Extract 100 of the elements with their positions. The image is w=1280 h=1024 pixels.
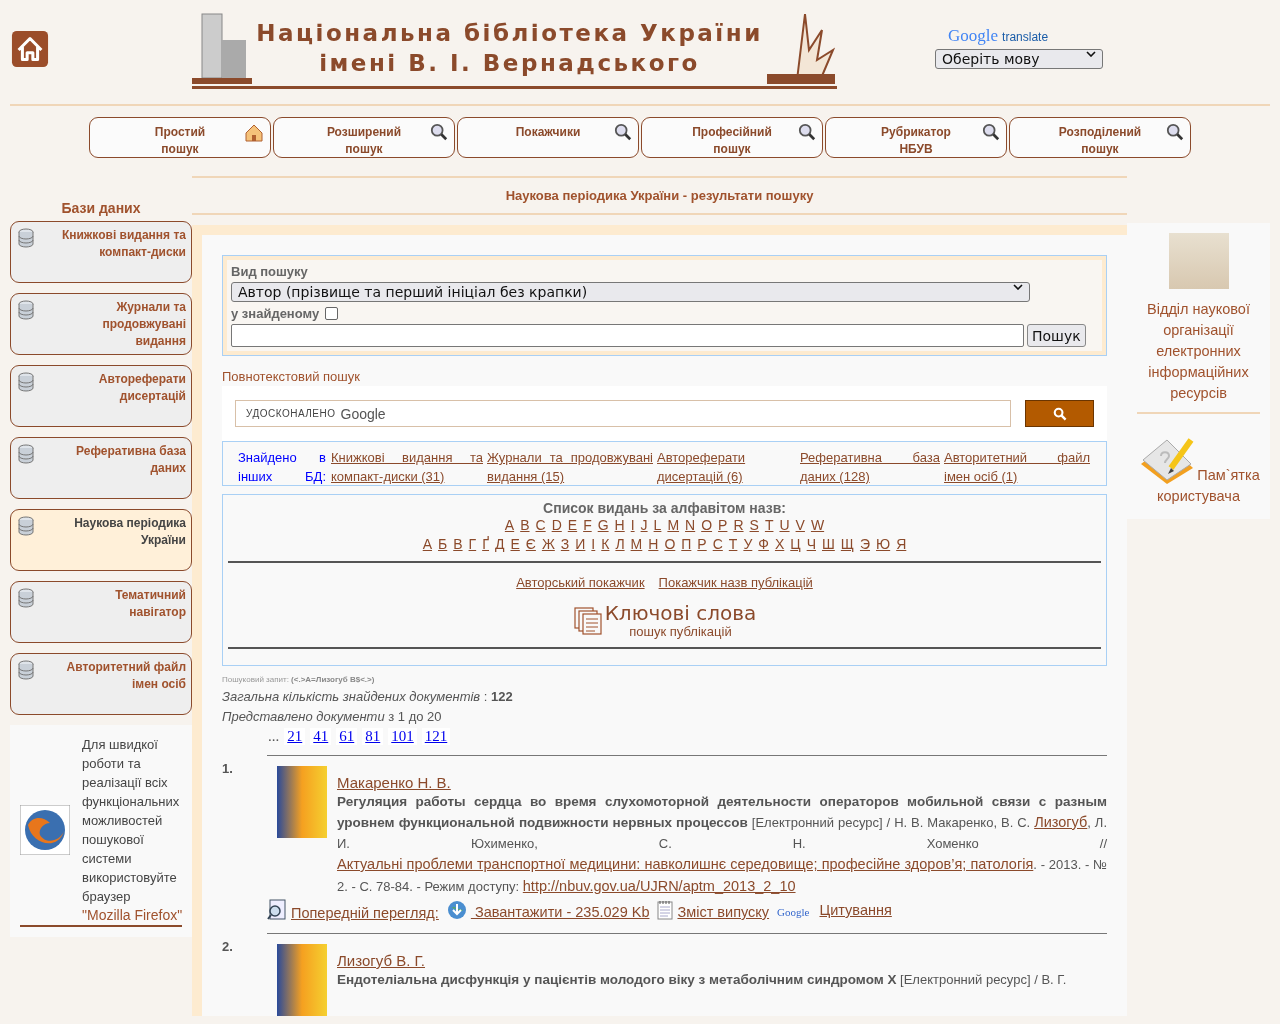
letter-link[interactable]: П — [681, 535, 692, 554]
database-link[interactable]: Авторитетний файл імен осіб (1) — [944, 448, 1094, 486]
nav-button[interactable]: Розподілений пошук — [1009, 117, 1191, 158]
letter-link[interactable]: Ц — [790, 535, 801, 554]
database-item[interactable]: Наукова періодика України — [10, 509, 192, 571]
letter-link[interactable]: С — [712, 535, 723, 554]
letter-link[interactable]: Т — [728, 535, 738, 554]
letter-link[interactable]: Ю — [876, 535, 891, 554]
page-link[interactable]: 61 — [336, 727, 358, 745]
result-action-link[interactable]: Google Цитування — [777, 902, 892, 918]
database-link[interactable]: Журнали та продовжувані видання (15) — [487, 448, 657, 486]
letter-link[interactable]: I — [630, 516, 635, 535]
letter-link[interactable]: B — [520, 516, 530, 535]
result-action-link[interactable]: Попередній перегляд: — [267, 899, 439, 921]
letter-link[interactable]: L — [653, 516, 662, 535]
author-link[interactable]: Макаренко Н. В. — [337, 773, 451, 791]
letter-link[interactable]: P — [718, 516, 728, 535]
query-value: (<.>A=Лизогуб В$<.>) — [291, 674, 375, 684]
keywords-link[interactable]: Ключові слова пошук публікацій — [572, 602, 757, 639]
letter-link[interactable]: Ж — [541, 535, 555, 554]
letter-link[interactable]: Х — [774, 535, 785, 554]
database-link[interactable]: Реферативна база даних (128) — [800, 448, 944, 486]
letter-link[interactable]: C — [535, 516, 546, 535]
page-link[interactable]: 81 — [362, 727, 384, 745]
letter-link[interactable]: S — [749, 516, 759, 535]
letter-link[interactable]: G — [597, 516, 609, 535]
letter-link[interactable]: E — [567, 516, 578, 535]
in-found-checkbox[interactable] — [325, 307, 339, 320]
chevron-down-icon — [1086, 51, 1096, 57]
nav-button[interactable]: Професійний пошук — [641, 117, 823, 158]
letter-link[interactable]: Э — [859, 535, 870, 554]
letter-link[interactable]: З — [560, 535, 570, 554]
letter-link[interactable]: М — [630, 535, 643, 554]
fulltext-search-field[interactable]: УДОСКОНАЛЕНО Google — [235, 400, 1011, 427]
letter-link[interactable]: Л — [615, 535, 625, 554]
letter-link[interactable]: F — [583, 516, 592, 535]
result-action-link[interactable]: Завантажити - 235.029 Kb — [446, 900, 650, 920]
letter-link[interactable]: Д — [495, 535, 505, 554]
letter-link[interactable]: Я — [896, 535, 907, 554]
letter-link[interactable]: Ґ — [482, 535, 489, 554]
database-link[interactable]: Книжкові видання та компакт-диски (31) — [331, 448, 487, 486]
letter-link[interactable]: R — [733, 516, 744, 535]
letter-link[interactable]: Є — [525, 535, 536, 554]
letter-link[interactable]: W — [810, 516, 825, 535]
google-logo: Google — [948, 26, 999, 46]
nav-button[interactable]: Простий пошук — [89, 117, 271, 158]
database-item[interactable]: Автореферати дисертацій — [10, 365, 192, 427]
letter-link[interactable]: Ч — [806, 535, 816, 554]
letter-link[interactable]: O — [701, 516, 713, 535]
search-type-select[interactable]: Автор (прізвище та перший ініціал без крапки) — [231, 282, 1030, 302]
database-item[interactable]: Книжкові видання та компакт-диски — [10, 221, 192, 283]
letter-link[interactable]: В — [453, 535, 463, 554]
letter-link[interactable]: A — [504, 516, 515, 535]
letter-link[interactable]: D — [551, 516, 562, 535]
letter-link[interactable]: Р — [697, 535, 707, 554]
department-link[interactable]: Відділ наукової організації електронних інформаційних ресурсів — [1137, 299, 1260, 404]
database-item[interactable]: Журнали та продовжувані видання — [10, 293, 192, 355]
letter-link[interactable]: Н — [648, 535, 659, 554]
letter-link[interactable]: Ф — [758, 535, 769, 554]
letter-link[interactable]: К — [601, 535, 610, 554]
letter-link[interactable]: N — [685, 516, 696, 535]
page-link[interactable]: 21 — [284, 727, 306, 745]
nav-button[interactable]: Покажчики — [457, 117, 639, 158]
letter-link[interactable]: T — [764, 516, 774, 535]
page-link[interactable]: 121 — [421, 727, 451, 745]
citation-link[interactable]: http://nbuv.gov.ua/UJRN/aptm_2013_2_10 — [522, 877, 796, 894]
letter-link[interactable]: И — [575, 535, 586, 554]
author-link[interactable]: Лизогуб В. Г. — [337, 952, 425, 969]
query-input[interactable] — [231, 324, 1024, 347]
letter-link[interactable]: Г — [468, 535, 477, 554]
home-button[interactable] — [11, 30, 49, 68]
letter-link[interactable]: Щ — [840, 535, 854, 554]
database-item[interactable]: Реферативна база даних — [10, 437, 192, 499]
letter-link[interactable]: А — [422, 535, 433, 554]
database-item[interactable]: Тематичний навігатор — [10, 581, 192, 643]
letter-link[interactable]: J — [640, 516, 648, 535]
letter-link[interactable]: U — [779, 516, 790, 535]
language-select[interactable]: Оберіть мову — [935, 49, 1103, 69]
page-link[interactable]: 41 — [310, 727, 332, 745]
letter-link[interactable]: У — [743, 535, 753, 554]
database-item[interactable]: Авторитетний файл імен осіб — [10, 653, 192, 715]
letter-link[interactable]: Е — [510, 535, 520, 554]
user-guide-link[interactable]: Пам`ятка користувача — [1137, 434, 1260, 507]
letter-link[interactable]: H — [614, 516, 625, 535]
letter-link[interactable]: О — [664, 535, 676, 554]
letter-link[interactable]: M — [667, 516, 680, 535]
search-button[interactable]: Пошук — [1027, 324, 1086, 347]
nav-button[interactable]: Розширений пошук — [273, 117, 455, 158]
search-button[interactable] — [1025, 400, 1094, 427]
letter-link[interactable]: V — [795, 516, 805, 535]
firefox-link[interactable]: "Mozilla Firefox" — [82, 906, 187, 925]
index-link[interactable]: Авторський покажчик — [516, 575, 645, 590]
letter-link[interactable]: І — [591, 535, 596, 554]
letter-link[interactable]: Б — [438, 535, 448, 554]
database-link[interactable]: Автореферати дисертацій (6) — [657, 448, 800, 486]
letter-link[interactable]: Ш — [822, 535, 835, 554]
index-link[interactable]: Покажчик назв публікацій — [658, 575, 813, 590]
result-action-link[interactable]: Зміст випуску — [657, 900, 770, 920]
page-link[interactable]: 101 — [388, 727, 417, 745]
nav-button[interactable]: Рубрикатор НБУВ — [825, 117, 1007, 158]
